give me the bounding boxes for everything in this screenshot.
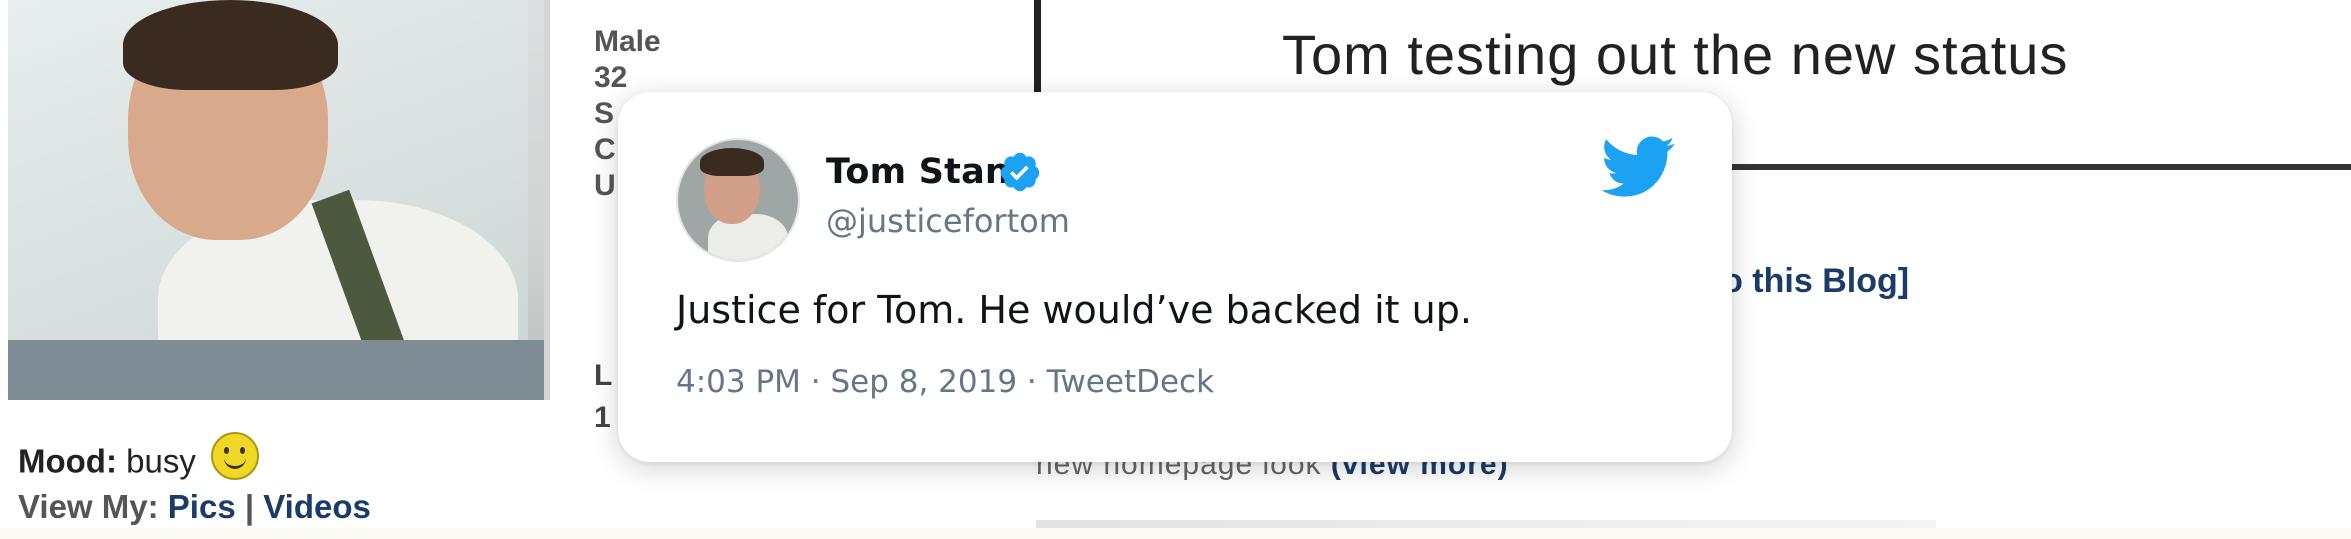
link-separator: |	[244, 488, 255, 525]
view-my-links: View My: Pics | Videos	[18, 488, 371, 526]
mood-label: Mood:	[18, 442, 117, 480]
smiley-icon	[211, 432, 260, 480]
verified-badge-icon	[1000, 152, 1040, 192]
profile-info-line: 32	[594, 61, 628, 94]
profile-lower-info: L 1	[594, 359, 613, 434]
avatar[interactable]	[676, 138, 800, 262]
status-title: Tom testing out the new status	[1282, 23, 2069, 86]
tweet-author-name[interactable]: Tom Stan	[826, 152, 1010, 192]
tweet-author-handle[interactable]: @justicefortom	[826, 202, 1070, 240]
mood-line: Mood: busy	[18, 432, 260, 488]
mood-value: busy	[126, 442, 196, 480]
tweet-text: Justice for Tom. He would’ve backed it u…	[676, 288, 1472, 332]
profile-info-line: Male	[594, 25, 661, 58]
view-my-label: View My:	[18, 488, 159, 525]
tweet-meta[interactable]: 4:03 PM · Sep 8, 2019 · TweetDeck	[676, 364, 1214, 400]
tweet-card[interactable]: Tom Stan @justicefortom Justice for Tom.…	[618, 92, 1732, 462]
twitter-bird-icon[interactable]	[1602, 136, 1676, 198]
bottom-strip	[0, 528, 2351, 539]
pics-link[interactable]: Pics	[168, 488, 236, 525]
videos-link[interactable]: Videos	[263, 488, 371, 525]
profile-photo	[8, 0, 550, 400]
